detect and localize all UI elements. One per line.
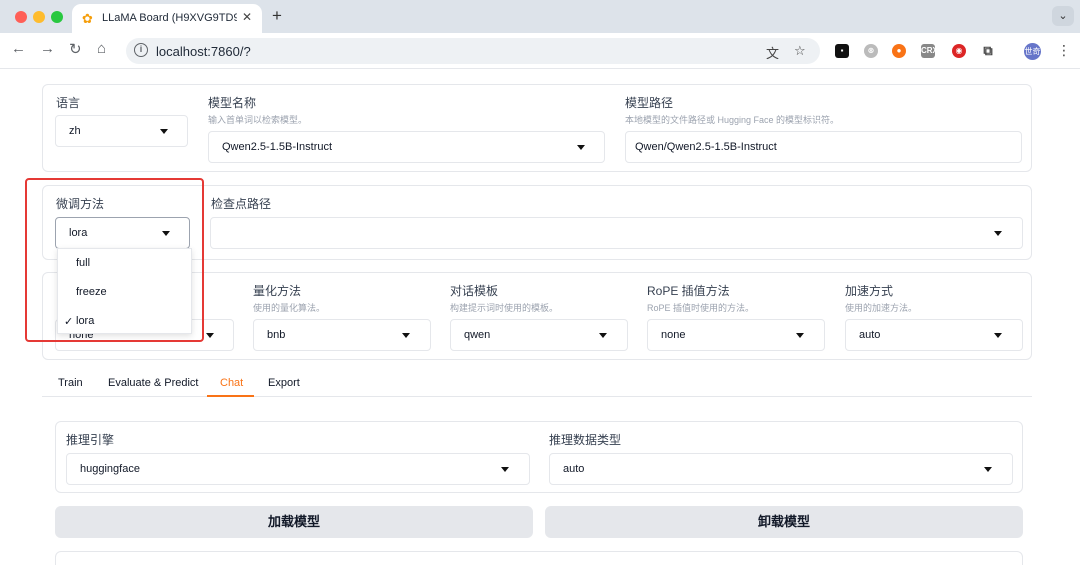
checkpoint-label: 检查点路径 <box>211 197 272 211</box>
browser-menu-icon[interactable]: ⋮ <box>1057 42 1071 59</box>
site-info-icon[interactable]: i <box>134 43 148 57</box>
chevron-down-icon <box>994 231 1002 236</box>
infer-dtype-select[interactable]: auto <box>549 453 1013 485</box>
infer-dtype-label: 推理数据类型 <box>549 433 622 447</box>
tab-evaluate-predict[interactable]: Evaluate & Predict <box>108 377 199 389</box>
booster-info: 使用的加速方法。 <box>845 303 918 313</box>
chevron-down-icon <box>599 333 607 338</box>
tab-chat[interactable]: Chat <box>220 377 243 389</box>
quant-method-label: 量化方法 <box>253 284 302 298</box>
model-name-value: Qwen2.5-1.5B-Instruct <box>222 141 333 153</box>
quant-method-select[interactable]: bnb <box>253 319 431 351</box>
close-window-icon[interactable] <box>15 11 27 23</box>
chevron-down-icon <box>160 129 168 134</box>
rope-select[interactable]: none <box>647 319 825 351</box>
maximize-window-icon[interactable] <box>51 11 63 23</box>
tab-train[interactable]: Train <box>58 377 83 389</box>
tab-export[interactable]: Export <box>268 377 300 389</box>
extensions-puzzle-icon[interactable]: ⧉ <box>981 44 995 58</box>
chevron-down-icon <box>206 333 214 338</box>
translate-icon[interactable]: 文 <box>766 43 779 62</box>
extension-icon[interactable]: ◉ <box>952 44 966 58</box>
booster-label: 加速方式 <box>845 284 894 298</box>
lang-value: zh <box>69 125 81 137</box>
model-name-select[interactable]: Qwen2.5-1.5B-Instruct <box>208 131 605 163</box>
extension-icon[interactable]: ⊗ <box>864 44 878 58</box>
back-icon[interactable]: ← <box>11 40 26 57</box>
booster-value: auto <box>859 329 881 341</box>
extension-icon[interactable]: ▪ <box>835 44 849 58</box>
infer-backend-label: 推理引擎 <box>66 433 115 447</box>
close-tab-icon[interactable]: ✕ <box>242 10 252 24</box>
template-select[interactable]: qwen <box>450 319 628 351</box>
browser-tab[interactable]: ✿ LLaMA Board (H9XVG9TD99 ✕ <box>72 4 262 33</box>
main-tabs: Train Evaluate & Predict Chat Export <box>42 373 1032 397</box>
load-model-button[interactable]: 加载模型 <box>55 506 533 538</box>
template-label: 对话模板 <box>450 284 499 298</box>
profile-avatar[interactable]: 世奇 <box>1024 43 1041 60</box>
chevron-down-icon <box>994 333 1002 338</box>
active-tab-indicator <box>207 395 254 397</box>
browser-tab-bar: ✿ LLaMA Board (H9XVG9TD99 ✕ + ⌄ <box>0 0 1080 33</box>
url-text: localhost:7860/? <box>156 44 251 59</box>
highlight-box <box>25 178 204 342</box>
forward-icon[interactable]: → <box>40 40 55 57</box>
chat-box-panel <box>55 551 1023 565</box>
booster-select[interactable]: auto <box>845 319 1023 351</box>
chevron-down-icon <box>984 467 992 472</box>
tab-search-icon[interactable]: ⌄ <box>1052 6 1074 26</box>
address-bar: ← → ↻ ⌂ i localhost:7860/? 文 ☆ ▪ ⊗ ● CRX… <box>0 33 1080 69</box>
chevron-down-icon <box>402 333 410 338</box>
extension-icon[interactable]: ● <box>892 44 906 58</box>
lang-label: 语言 <box>56 96 81 110</box>
infer-backend-value: huggingface <box>80 463 140 475</box>
rope-info: RoPE 插值时使用的方法。 <box>647 303 755 313</box>
chevron-down-icon <box>501 467 509 472</box>
bookmark-star-icon[interactable]: ☆ <box>794 43 806 59</box>
model-name-info: 输入首单词以检索模型。 <box>208 115 308 125</box>
model-path-value: Qwen/Qwen2.5-1.5B-Instruct <box>635 141 777 153</box>
infer-backend-select[interactable]: huggingface <box>66 453 530 485</box>
home-icon[interactable]: ⌂ <box>97 40 106 57</box>
template-value: qwen <box>464 329 491 341</box>
chevron-down-icon <box>577 145 585 150</box>
chevron-down-icon <box>796 333 804 338</box>
model-path-label: 模型路径 <box>625 96 674 110</box>
model-path-input[interactable]: Qwen/Qwen2.5-1.5B-Instruct <box>625 131 1022 163</box>
template-info: 构建提示词时使用的模板。 <box>450 303 559 313</box>
url-field[interactable]: i localhost:7860/? 文 ☆ <box>126 38 820 64</box>
quant-method-value: bnb <box>267 329 286 341</box>
browser-tab-title: LLaMA Board (H9XVG9TD99 <box>102 12 237 24</box>
extension-crx-icon[interactable]: CRX <box>921 44 938 58</box>
rope-value: none <box>661 329 686 341</box>
favicon-icon: ✿ <box>82 11 93 26</box>
model-path-info: 本地模型的文件路径或 Hugging Face 的模型标识符。 <box>625 115 840 125</box>
minimize-window-icon[interactable] <box>33 11 45 23</box>
infer-dtype-value: auto <box>563 463 585 475</box>
new-tab-icon[interactable]: + <box>272 6 282 26</box>
model-name-label: 模型名称 <box>208 96 257 110</box>
unload-model-button[interactable]: 卸载模型 <box>545 506 1023 538</box>
reload-icon[interactable]: ↻ <box>69 40 82 58</box>
lang-select[interactable]: zh <box>55 115 188 147</box>
rope-label: RoPE 插值方法 <box>647 284 730 298</box>
checkpoint-select[interactable] <box>210 217 1023 249</box>
quant-method-info: 使用的量化算法。 <box>253 303 326 313</box>
